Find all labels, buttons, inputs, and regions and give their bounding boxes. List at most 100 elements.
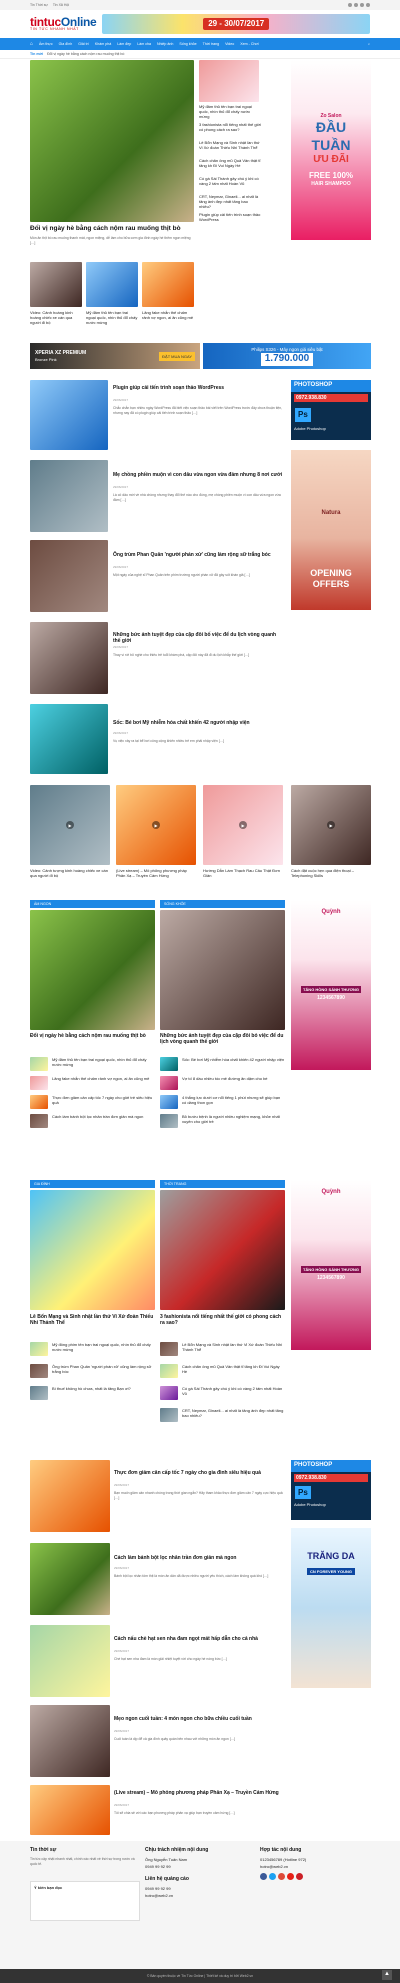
section-header[interactable]: THỜI TRANG — [160, 1180, 285, 1188]
nav-item[interactable]: Gia đình — [59, 42, 73, 46]
section-item-title[interactable]: Mỹ đông phim tên bạn trai ngoại quốc, nh… — [52, 1342, 155, 1352]
section-item-thumb[interactable] — [160, 1114, 178, 1128]
section-item-title[interactable]: Ông trùm Phan Quân 'người phán xử' cũng … — [52, 1364, 155, 1374]
play-icon[interactable]: ▶ — [239, 821, 247, 829]
section-header[interactable]: ẨM NGON — [30, 900, 155, 908]
facebook-icon[interactable] — [348, 3, 352, 7]
tall-ad-opening[interactable]: Natura OPENING OFFERS — [291, 450, 371, 610]
section-item-thumb[interactable] — [160, 1386, 178, 1400]
article-title[interactable]: Ông trùm Phan Quân 'người phán xử' cũng … — [113, 552, 283, 558]
video-title[interactable]: (Live stream) – Mô phỏng phương pháp Phâ… — [116, 868, 196, 878]
article-title[interactable]: Cách nấu chè hạt sen nha đam ngọt mát hấ… — [114, 1636, 284, 1642]
article-title[interactable]: Sốc: Bé bơi Mỹ nhiễm hóa chất khiến 42 n… — [113, 720, 283, 726]
article-thumb[interactable] — [30, 622, 108, 694]
section-item-title[interactable]: Thực đơn giảm cân cấp tốc 7 ngày cho giớ… — [52, 1095, 155, 1105]
nav-item[interactable]: Làm đẹp — [117, 42, 131, 46]
section-header[interactable]: SỐNG KHỎE — [160, 900, 285, 908]
topbar-link-left[interactable]: Tin Thời sự — [30, 3, 48, 7]
footer-col2b-mail[interactable]: hotro@web2.vn — [145, 1893, 173, 1898]
section-item-thumb[interactable] — [30, 1076, 48, 1090]
nav-item[interactable]: Khám phá — [95, 42, 111, 46]
article-thumb[interactable] — [30, 1460, 110, 1532]
video-title[interactable]: Video: Cảnh tượng kinh hoàng chiếc xe cá… — [30, 868, 110, 878]
section-item-thumb[interactable] — [30, 1057, 48, 1071]
footer-col3-mail[interactable]: hotro@web2.vn — [260, 1864, 288, 1869]
hero-list-item[interactable]: 3 fashionista nổi tiếng nhất thế giới có… — [199, 122, 261, 132]
article-title[interactable]: (Live stream) – Mô phỏng phương pháp Phâ… — [114, 1790, 284, 1796]
section-item-title[interactable]: Cách chăn ông mũ Quả Vân thật tỉ tăng kh… — [182, 1364, 285, 1374]
section-item-title[interactable]: Cách làm bánh bột lọc nhân trần đơn giản… — [52, 1114, 155, 1119]
section-lead-title[interactable]: Lê Bổn Mạng và Sinh nhật lần thứ Vi Xứ đ… — [30, 1314, 155, 1327]
section-item-title[interactable]: Vợ tố 8 dầu nhiều tóc mê đường ăn dặm ch… — [182, 1076, 285, 1081]
video-title[interactable]: Hướng Dẫn Làm Thạch Rau Câu Thật Đơn Giả… — [203, 868, 283, 878]
ticker-text[interactable]: Đổi vị ngày hè bằng cách nộm rau muống t… — [47, 52, 124, 56]
side-ad-quynh-2[interactable]: Quỳnh TĂNG HÒNG SÁNH THƯƠNG 1234567890 — [291, 1180, 371, 1350]
hero-list-item[interactable]: Plugin giúp cải tiến trình soạn thảo Wor… — [199, 212, 261, 222]
hero-small-image[interactable] — [86, 262, 138, 307]
nav-item[interactable]: Ẩm thực — [39, 42, 53, 46]
article-thumb[interactable] — [30, 380, 108, 450]
article-thumb[interactable] — [30, 1785, 110, 1835]
section-lead-image[interactable] — [30, 910, 155, 1030]
twitter-icon[interactable] — [269, 1873, 276, 1880]
hero-small-image[interactable] — [142, 262, 194, 307]
side-ad-salon[interactable]: Zo Salon ĐẦU TUẦN ƯU ĐÃI FREE 100% HAIR … — [291, 60, 371, 240]
section-lead-image[interactable] — [160, 910, 285, 1030]
section-item-title[interactable]: Lê Bổn Mạng và Sinh nhật lần thứ Vi Xứ đ… — [182, 1342, 285, 1352]
facebook-icon[interactable] — [260, 1873, 267, 1880]
section-item-title[interactable]: Bí thuế không hồ chưa, nhất là tăng Bạn … — [52, 1386, 155, 1391]
article-title[interactable]: Mẹo ngon cuối tuần: 4 món ngon cho bữa c… — [114, 1716, 284, 1722]
article-title[interactable]: Những bức ảnh tuyệt đẹp của cặp đôi bố v… — [113, 632, 283, 645]
wide-ad-xperia[interactable]: XPERIA XZ PREMIUM Bronze Pink ĐẶT MUA NGA… — [30, 343, 200, 369]
hero-small-image[interactable] — [30, 262, 82, 307]
section-lead-image[interactable] — [160, 1190, 285, 1310]
nav-item[interactable]: Làm cha — [137, 42, 151, 46]
section-item-thumb[interactable] — [30, 1364, 48, 1378]
side-ad-quynh-1[interactable]: Quỳnh TĂNG HÒNG SÁNH THƯƠNG 1234567890 — [291, 900, 371, 1070]
section-item-thumb[interactable] — [160, 1095, 178, 1109]
twitter-icon[interactable] — [354, 3, 358, 7]
section-item-thumb[interactable] — [30, 1342, 48, 1356]
section-item-title[interactable]: Sốc: Bé bơi Mỹ nhiễm hóa chất khiến 42 n… — [182, 1057, 285, 1062]
search-icon[interactable]: ⌕ — [368, 42, 370, 46]
article-thumb[interactable] — [30, 460, 108, 532]
pinterest-icon[interactable] — [296, 1873, 303, 1880]
home-icon[interactable]: ⌂ — [30, 41, 33, 47]
section-item-thumb[interactable] — [160, 1342, 178, 1356]
nav-item[interactable]: Sống khỏe — [179, 42, 196, 46]
hero-small-title[interactable]: Mỹ đâm thủ tên bạn trai ngoại quốc, nhìn… — [86, 310, 138, 325]
hero-title[interactable]: Đổi vị ngày hè bằng cách nộm rau muống t… — [30, 225, 194, 233]
section-item-thumb[interactable] — [160, 1057, 178, 1071]
section-header[interactable]: GIA ĐÌNH — [30, 1180, 155, 1188]
article-thumb[interactable] — [30, 704, 108, 774]
youtube-icon[interactable] — [287, 1873, 294, 1880]
feedback-box[interactable]: Ý kiến bạn đọc — [30, 1881, 140, 1921]
hero-small-title[interactable]: Lăng fake nhắn thế chấm rảnh vợ ngon, ai… — [142, 310, 194, 320]
section-item-title[interactable]: Bỏ bướu bệnh là người nhiều nghiệm mạng,… — [182, 1114, 285, 1124]
article-title[interactable]: Cách làm bánh bột lọc nhân trần đơn giản… — [114, 1555, 284, 1561]
article-thumb[interactable] — [30, 1705, 110, 1777]
topbar-link-right[interactable]: Tin Xã Hội — [53, 3, 69, 7]
section-item-thumb[interactable] — [30, 1114, 48, 1128]
article-title[interactable]: Mẹ chồng phiền muộn vì con dâu vừa ngon … — [113, 472, 283, 478]
section-item-title[interactable]: CRT, Neymar, Ginaeli... ai nhất là tăng … — [182, 1408, 285, 1418]
section-lead-image[interactable] — [30, 1190, 155, 1310]
section-item-thumb[interactable] — [30, 1095, 48, 1109]
hero-list-item[interactable]: Có gà Sài Thành gây chú ý khi có vàng 2 … — [199, 176, 261, 186]
google-icon[interactable] — [278, 1873, 285, 1880]
photoshop-ad[interactable]: PHOTOSHOP 0972.938.830 Ps Adobe Photosho… — [291, 380, 371, 440]
site-logo[interactable]: tintucOnline TIN TỨC NHANH NHẤT — [30, 16, 97, 32]
scroll-to-top-button[interactable]: ▲ — [382, 1970, 392, 1980]
article-title[interactable]: Thực đơn giảm cân cấp tốc 7 ngày cho gia… — [114, 1470, 284, 1476]
header-banner-ad[interactable]: 29 - 30/07/2017 — [102, 14, 370, 34]
nav-item[interactable]: Video — [225, 42, 234, 46]
section-item-title[interactable]: Mỹ đâm thủ tên bạn trai ngoại quốc, nhìn… — [52, 1057, 155, 1067]
hero-list-item[interactable]: Lê Bổn Mạng và Sinh nhật lần thứ Vi Xứ đ… — [199, 140, 261, 150]
section-item-title[interactable]: Lăng fake nhắn thế chấm rảnh vợ ngon, ai… — [52, 1076, 155, 1081]
tall-ad-trang-da[interactable]: TRĂNG DA CN FOREVER YOUNG — [291, 1528, 371, 1688]
section-item-thumb[interactable] — [160, 1364, 178, 1378]
play-icon[interactable]: ▶ — [152, 821, 160, 829]
article-thumb[interactable] — [30, 540, 108, 612]
hero-image[interactable] — [30, 60, 194, 222]
nav-item[interactable]: Xem - Chơi — [240, 42, 258, 46]
